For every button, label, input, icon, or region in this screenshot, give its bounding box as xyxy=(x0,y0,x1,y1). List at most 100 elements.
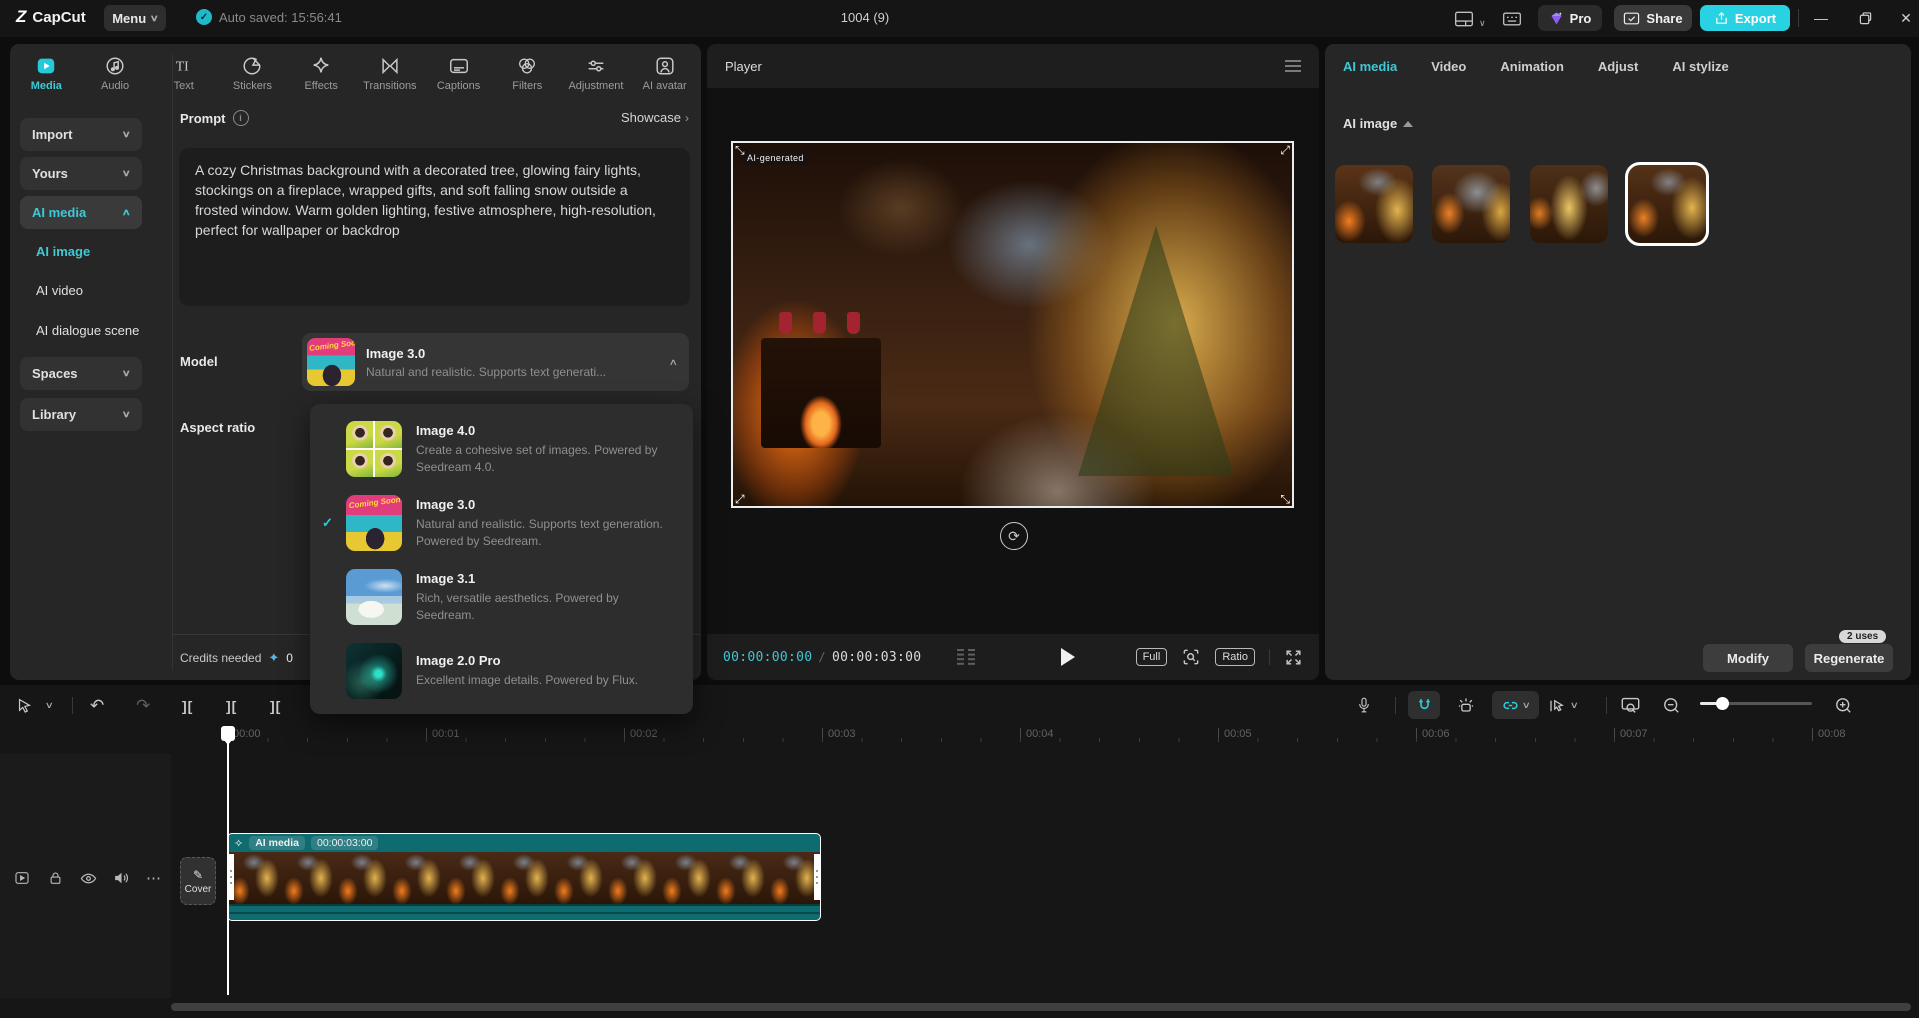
generated-thumbnail-3[interactable] xyxy=(1530,165,1608,243)
sidebar-item-spaces[interactable]: Spaces∨ xyxy=(20,357,142,390)
tab-stickers[interactable]: Stickers xyxy=(218,50,287,92)
resize-handle-icon[interactable]: ⤢ xyxy=(1280,145,1290,155)
tab-text[interactable]: TI Text xyxy=(149,50,218,92)
preview-axis-icon[interactable] xyxy=(1456,693,1476,718)
text-icon: TI xyxy=(173,55,195,77)
info-icon[interactable]: i xyxy=(233,110,249,126)
sidebar-item-import[interactable]: Import∨ xyxy=(20,118,142,151)
zoom-in-icon[interactable] xyxy=(1834,693,1853,718)
tab-video[interactable]: Video xyxy=(1431,59,1466,74)
sidebar-item-ai-media[interactable]: AI media∧ xyxy=(20,196,142,229)
reset-loop-button[interactable]: ⟳ xyxy=(1000,522,1028,550)
preview-image[interactable]: AI-generated ⤡ ⤢ ⤢ ⤡ xyxy=(731,141,1294,508)
ratio-button[interactable]: Ratio xyxy=(1215,648,1255,666)
resize-handle-icon[interactable]: ⤡ xyxy=(1280,494,1290,504)
clip-type-badge: AI media xyxy=(249,836,305,850)
tab-effects[interactable]: Effects xyxy=(287,50,356,92)
voiceover-mic-icon[interactable] xyxy=(1356,693,1372,718)
generated-thumbnail-1[interactable] xyxy=(1335,165,1413,243)
snapping-toggle[interactable] xyxy=(1408,691,1440,719)
generated-thumbnail-4-selected[interactable] xyxy=(1628,165,1706,243)
resize-handle-icon[interactable]: ⤢ xyxy=(735,494,745,504)
speaker-icon[interactable] xyxy=(111,868,131,888)
tab-adjust[interactable]: Adjust xyxy=(1598,59,1638,74)
cover-button[interactable]: ✎ Cover xyxy=(180,857,216,905)
split-left-icon[interactable]: ][ xyxy=(182,693,193,718)
sidebar-item-ai-video[interactable]: AI video xyxy=(36,280,83,300)
generated-thumbnail-2[interactable] xyxy=(1432,165,1510,243)
restore-button[interactable] xyxy=(1852,6,1878,30)
tab-adjustment[interactable]: Adjustment xyxy=(562,50,631,92)
fit-timeline-icon[interactable] xyxy=(1620,693,1641,718)
share-icon xyxy=(1623,11,1640,26)
playhead-handle[interactable] xyxy=(221,726,235,741)
tab-animation[interactable]: Animation xyxy=(1500,59,1564,74)
chevron-down-icon[interactable]: ∨ xyxy=(1479,13,1486,31)
shortcut-panel-icon[interactable] xyxy=(1500,8,1524,29)
preview-zoom-icon[interactable] xyxy=(1181,647,1201,667)
eye-icon[interactable] xyxy=(78,868,98,888)
timeline-clip-ai-media[interactable]: ✧ AI media 00:00:03:00 xyxy=(227,833,821,921)
timeline-zoom-slider[interactable] xyxy=(1700,702,1812,705)
horizontal-scrollbar[interactable] xyxy=(171,1003,1911,1011)
tab-captions[interactable]: Captions xyxy=(424,50,493,92)
tab-ai-avatar[interactable]: AI avatar xyxy=(630,50,699,92)
current-time: 00:00:00:00 xyxy=(723,650,812,665)
tab-filters[interactable]: Filters xyxy=(493,50,562,92)
redo-button[interactable]: ↷ xyxy=(136,693,150,718)
split-both-icon[interactable]: ][ xyxy=(270,693,281,718)
resize-handle-icon[interactable]: ⤡ xyxy=(735,145,745,155)
select-mode-icon[interactable]: ∨ xyxy=(1548,693,1578,718)
sidebar-item-ai-image[interactable]: AI image xyxy=(36,241,90,261)
close-button[interactable]: ✕ xyxy=(1893,6,1919,30)
track-preview-icon[interactable] xyxy=(12,868,32,888)
chevron-down-icon: ∨ xyxy=(1521,700,1530,711)
regenerate-button[interactable]: Regenerate xyxy=(1805,644,1893,672)
menu-button[interactable]: Menu∨ xyxy=(104,5,166,31)
more-options-icon[interactable]: ⋯ xyxy=(144,868,164,888)
showcase-link[interactable]: Showcase› xyxy=(621,110,689,125)
share-button[interactable]: Share xyxy=(1614,5,1692,31)
slider-handle[interactable] xyxy=(1716,697,1729,710)
export-button[interactable]: Export xyxy=(1700,5,1790,31)
sidebar-item-library[interactable]: Library∨ xyxy=(20,398,142,431)
select-tool-icon[interactable] xyxy=(16,693,33,718)
full-button[interactable]: Full xyxy=(1136,648,1168,666)
media-icon xyxy=(35,55,57,77)
tab-media[interactable]: Media xyxy=(12,50,81,92)
play-button[interactable] xyxy=(1061,648,1075,666)
zoom-out-icon[interactable] xyxy=(1662,693,1681,718)
clip-trim-handle-right[interactable] xyxy=(814,854,820,900)
undo-button[interactable]: ↶ xyxy=(90,693,104,718)
tab-ai-media[interactable]: AI media xyxy=(1343,59,1397,74)
link-toggle[interactable]: ∨ xyxy=(1492,691,1539,719)
sidebar-item-yours[interactable]: Yours∨ xyxy=(20,157,142,190)
tab-ai-stylize[interactable]: AI stylize xyxy=(1672,59,1728,74)
fullscreen-icon[interactable] xyxy=(1284,648,1303,667)
modify-button[interactable]: Modify xyxy=(1703,644,1793,672)
sidebar-item-ai-dialogue-scene[interactable]: AI dialogue scene xyxy=(36,320,139,340)
project-title: 1004 (9) xyxy=(780,10,950,25)
chevron-down-icon: ∨ xyxy=(150,13,159,24)
prompt-input[interactable]: A cozy Christmas background with a decor… xyxy=(179,148,690,306)
tab-transitions[interactable]: Transitions xyxy=(356,50,425,92)
model-option-image-4-0[interactable]: Image 4.0 Create a cohesive set of image… xyxy=(310,412,693,486)
select-tool-chevron[interactable]: ∨ xyxy=(46,693,53,718)
triangle-up-icon xyxy=(1403,121,1413,127)
credits-label: Credits needed xyxy=(180,651,261,665)
model-option-image-3-0[interactable]: ✓ Coming Soon! Image 3.0 Natural and rea… xyxy=(310,486,693,560)
split-right-icon[interactable]: ][ xyxy=(226,693,237,718)
tab-audio[interactable]: Audio xyxy=(81,50,150,92)
model-selector[interactable]: Coming Soon! Image 3.0 Natural and reali… xyxy=(302,333,689,391)
ruler-tick-8: 00:08 xyxy=(1812,728,1846,741)
minimize-button[interactable]: — xyxy=(1808,6,1834,30)
player-header: Player xyxy=(707,44,1319,88)
model-option-image-2-0-pro[interactable]: Image 2.0 Pro Excellent image details. P… xyxy=(310,634,693,708)
frames-grid-icon[interactable] xyxy=(955,648,977,666)
model-option-image-3-1[interactable]: Image 3.1 Rich, versatile aesthetics. Po… xyxy=(310,560,693,634)
pro-button[interactable]: Pro xyxy=(1538,5,1602,31)
layout-icon[interactable] xyxy=(1452,8,1476,29)
player-menu-icon[interactable] xyxy=(1285,60,1301,72)
ai-image-section-header[interactable]: AI image xyxy=(1343,116,1413,131)
lock-icon[interactable] xyxy=(45,868,65,888)
